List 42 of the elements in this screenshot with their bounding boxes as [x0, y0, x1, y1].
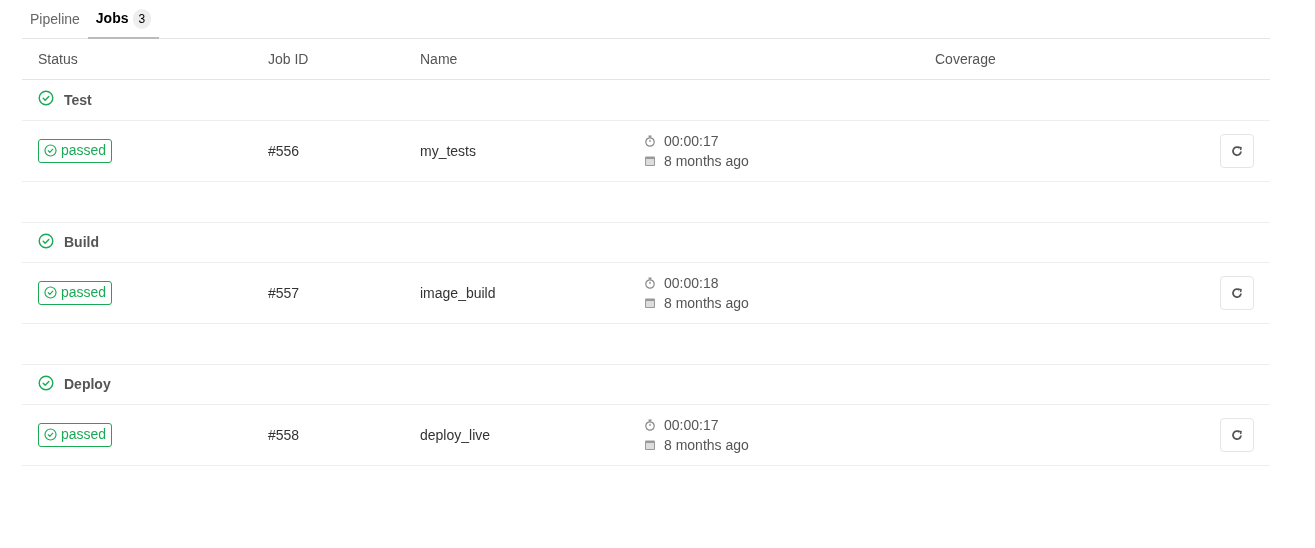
finished-time: 8 months ago: [664, 294, 749, 313]
job-name: image_build: [420, 283, 497, 303]
check-circle-icon: [38, 90, 54, 106]
tab[interactable]: Pipeline: [22, 0, 88, 39]
calendar-icon: [644, 155, 656, 167]
retry-icon: [1231, 287, 1243, 299]
job-id: #557: [268, 283, 301, 303]
stage-name: Build: [64, 233, 99, 252]
stopwatch-icon: [644, 135, 656, 147]
column-header: Name: [420, 49, 459, 69]
finished-time: 8 months ago: [664, 152, 749, 171]
column-header: Status: [37, 49, 79, 69]
retry-button[interactable]: [1220, 418, 1254, 452]
column-header: Job ID: [268, 49, 310, 69]
status-badge[interactable]: passed: [38, 280, 113, 305]
retry-button[interactable]: [1220, 134, 1254, 168]
check-circle-icon: [38, 232, 54, 249]
duration: 00:00:18: [664, 274, 719, 293]
finished-time: 8 months ago: [664, 436, 749, 455]
check-circle-icon: [44, 144, 57, 158]
check-circle-icon: [44, 286, 57, 300]
status-badge[interactable]: passed: [38, 138, 113, 163]
calendar-icon: [644, 297, 656, 309]
retry-button[interactable]: [1220, 276, 1254, 310]
stopwatch-icon: [644, 419, 656, 431]
duration: 00:00:17: [664, 132, 719, 151]
column-header: Coverage: [935, 49, 997, 69]
job-id: #558: [268, 425, 301, 445]
retry-icon: [1231, 429, 1243, 441]
retry-icon: [1231, 145, 1243, 157]
job-name: my_tests: [420, 141, 477, 161]
calendar-icon: [644, 439, 656, 451]
check-circle-icon: [38, 374, 54, 391]
stage-name: Test: [64, 90, 92, 110]
duration: 00:00:17: [664, 416, 719, 435]
job-id: #556: [268, 141, 301, 161]
stopwatch-icon: [644, 277, 656, 289]
tab[interactable]: Jobs 3: [87, 0, 160, 39]
check-circle-icon: [44, 428, 57, 442]
stage-name: Deploy: [64, 375, 111, 394]
status-badge[interactable]: passed: [38, 422, 113, 447]
job-name: deploy_live: [420, 425, 492, 445]
